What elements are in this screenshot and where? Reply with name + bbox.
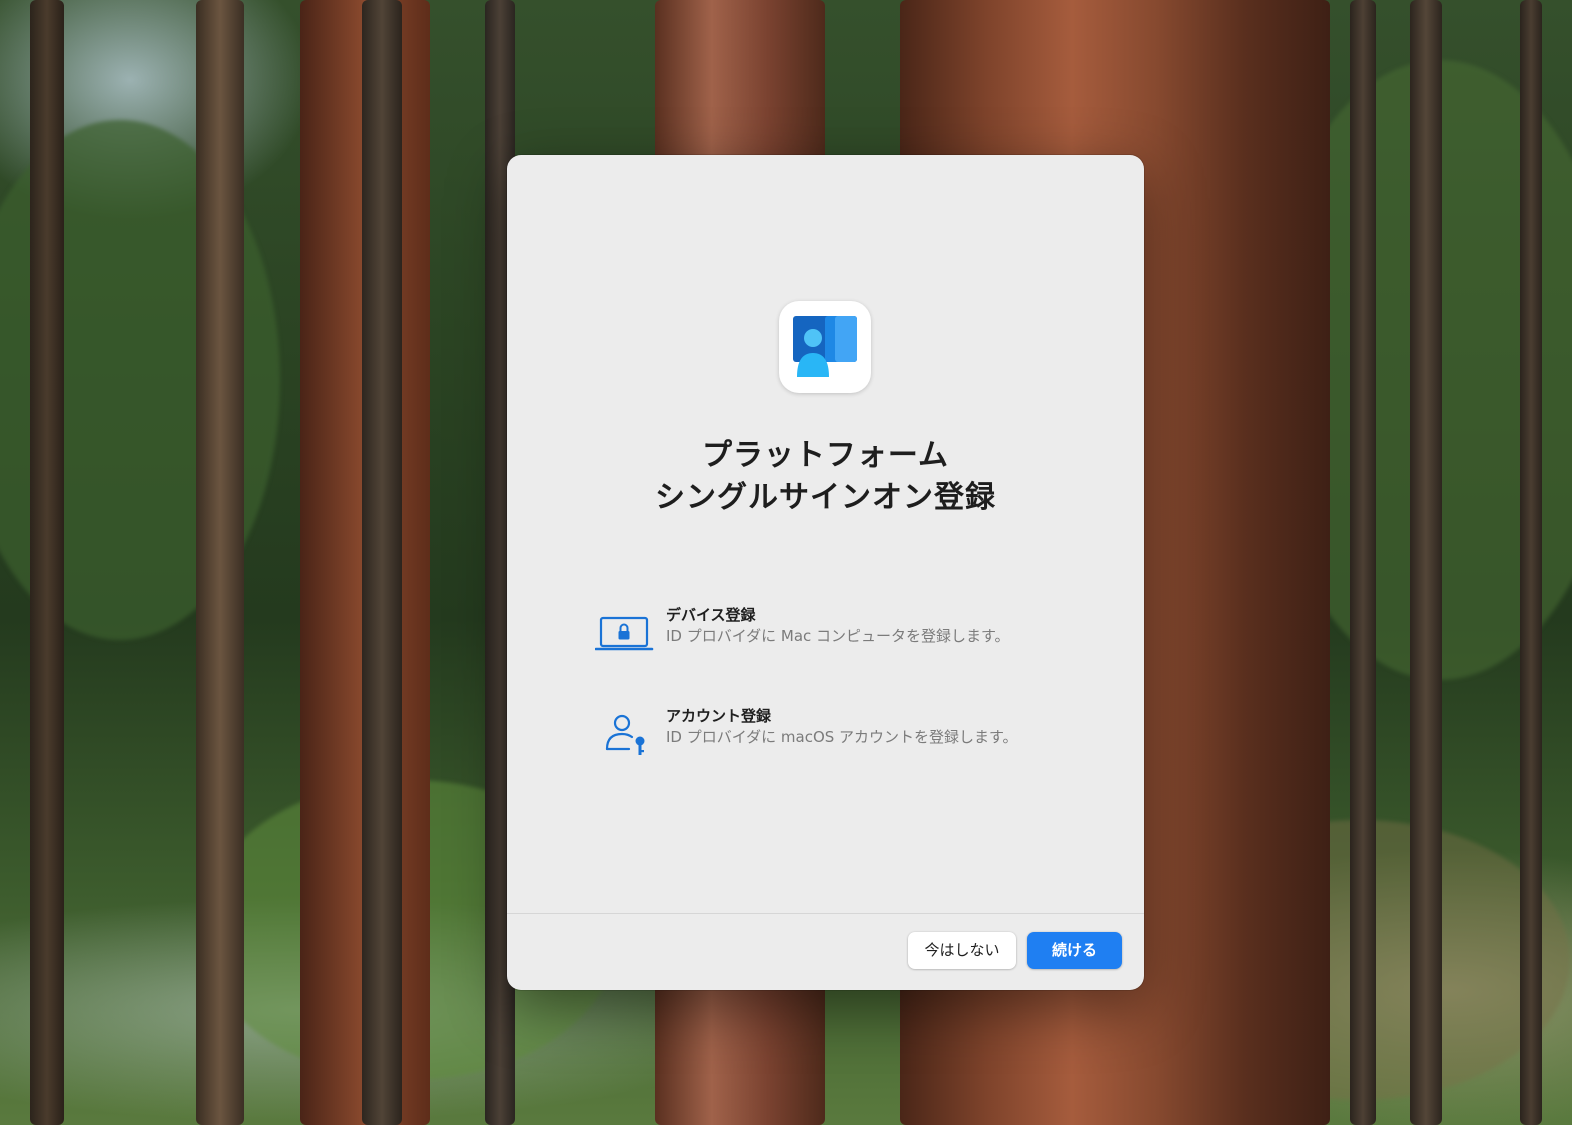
not-now-button[interactable]: 今はしない (908, 932, 1016, 969)
tree-trunk (30, 0, 64, 1125)
tree-trunk (1410, 0, 1442, 1125)
feature-description: ID プロバイダに macOS アカウントを登録します。 (666, 728, 1018, 746)
continue-button[interactable]: 続ける (1027, 932, 1122, 969)
feature-title: デバイス登録 (666, 606, 756, 624)
user-key-icon (595, 712, 655, 758)
feature-device-registration: デバイス登録 ID プロバイダに Mac コンピュータを登録します。 (594, 603, 1095, 663)
desktop-wallpaper: プラットフォーム シングルサインオン登録 デバイス登録 ID プロバイダに Ma… (0, 0, 1572, 1125)
feature-account-registration: アカウント登録 ID プロバイダに macOS アカウントを登録します。 (595, 704, 1095, 764)
tree-trunk (1350, 0, 1376, 1125)
sso-registration-dialog: プラットフォーム シングルサインオン登録 デバイス登録 ID プロバイダに Ma… (507, 155, 1144, 990)
tree-trunk (1520, 0, 1542, 1125)
company-portal-icon (779, 301, 871, 393)
tree-trunk (362, 0, 402, 1125)
feature-title: アカウント登録 (666, 707, 772, 725)
dialog-title-line2: シングルサインオン登録 (655, 480, 996, 515)
dialog-title-line1: プラットフォーム (701, 438, 950, 473)
tree-trunk (196, 0, 244, 1125)
footer-divider (507, 913, 1144, 914)
feature-description: ID プロバイダに Mac コンピュータを登録します。 (666, 627, 1010, 645)
laptop-lock-icon (594, 611, 655, 657)
